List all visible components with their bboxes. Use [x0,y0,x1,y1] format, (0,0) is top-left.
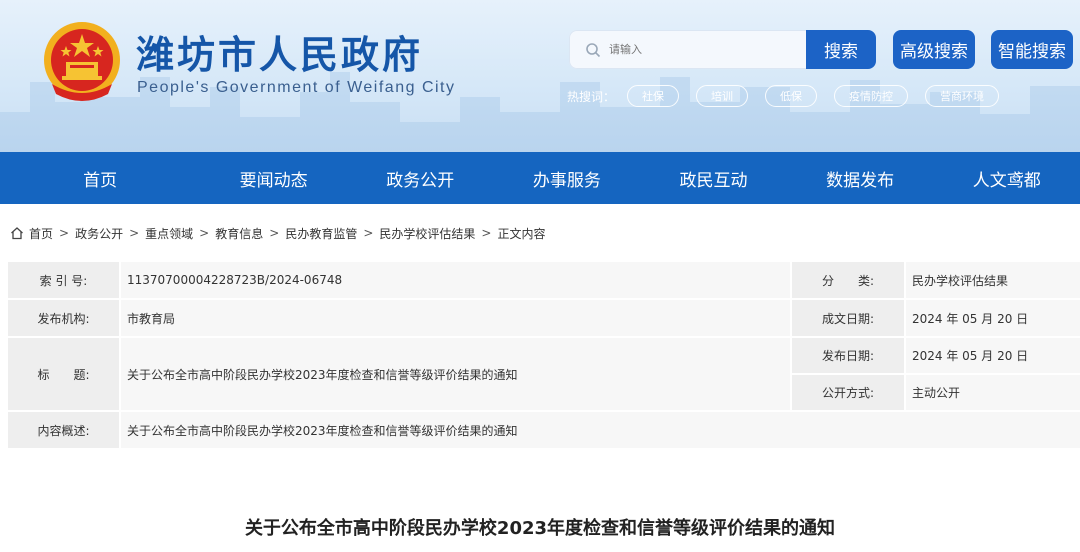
breadcrumb-item[interactable]: 教育信息 [215,225,263,242]
published-date-value: 2024 年 05 月 20 日 [906,338,1080,373]
category-label: 分 类: [792,262,904,298]
nav-item-home[interactable]: 首页 [0,152,200,204]
breadcrumb-separator: > [363,226,374,240]
breadcrumb-item[interactable]: 政务公开 [75,225,123,242]
breadcrumb-item[interactable]: 民办学校评估结果 [379,225,475,242]
breadcrumb-item[interactable]: 民办教育监管 [285,225,357,242]
created-date-label: 成文日期: [792,300,904,336]
nav-item-news[interactable]: 要闻动态 [200,152,347,204]
hot-search-words: 热搜词： 社保 培训 低保 疫情防控 营商环境 [567,84,1016,108]
article-title: 关于公布全市高中阶段民办学校2023年度检查和信誉等级评价结果的通知 [244,518,836,539]
site-header: 潍坊市人民政府 People's Government of Weifang C… [0,0,1080,152]
hotword-tag[interactable]: 营商环境 [925,85,1000,107]
nav-item-services[interactable]: 办事服务 [494,152,641,204]
published-date-label: 发布日期: [792,338,904,373]
site-title[interactable]: 潍坊市人民政府 [136,24,423,79]
search-button[interactable]: 搜索 [806,30,876,69]
hotword-tag[interactable]: 低保 [765,85,818,107]
summary-label: 内容概述: [8,412,119,448]
breadcrumb-separator: > [59,226,70,240]
title-value: 关于公布全市高中阶段民办学校2023年度检查和信誉等级评价结果的通知 [121,338,790,410]
publisher-label: 发布机构: [8,300,119,336]
national-emblem-icon [44,22,120,101]
breadcrumb-separator: > [269,226,280,240]
nav-item-interaction[interactable]: 政民互动 [640,152,787,204]
created-date-value: 2024 年 05 月 20 日 [906,300,1080,336]
breadcrumb-separator: > [481,226,492,240]
index-value: 11370700004228723B/2024-06748 [121,262,790,298]
smart-search-button[interactable]: 智能搜索 [991,30,1073,69]
nav-item-gov-affairs[interactable]: 政务公开 [347,152,494,204]
nav-item-culture[interactable]: 人文鸢都 [933,152,1080,204]
main-nav: 首页 要闻动态 政务公开 办事服务 政民互动 数据发布 人文鸢都 [0,152,1080,204]
hotword-tag[interactable]: 培训 [696,85,749,107]
publisher-value: 市教育局 [121,300,790,336]
advanced-search-button[interactable]: 高级搜索 [893,30,975,69]
search-input[interactable] [609,43,789,56]
breadcrumb-item[interactable]: 重点领域 [145,225,193,242]
hotword-tag[interactable]: 社保 [627,85,680,107]
disclosure-value: 主动公开 [906,375,1080,410]
hotword-tag[interactable]: 疫情防控 [834,85,909,107]
disclosure-label: 公开方式: [792,375,904,410]
summary-value: 关于公布全市高中阶段民办学校2023年度检查和信誉等级评价结果的通知 [121,412,1080,448]
hotwords-label: 热搜词： [567,89,616,104]
search-icon [586,42,601,57]
breadcrumb-separator: > [199,226,210,240]
category-value: 民办学校评估结果 [906,262,1080,298]
breadcrumb-current: 正文内容 [497,226,546,241]
nav-item-data[interactable]: 数据发布 [787,152,934,204]
breadcrumb-separator: > [129,226,140,240]
index-label: 索 引 号: [8,262,119,298]
breadcrumb-item[interactable]: 首页 [29,225,53,242]
title-label: 标 题: [8,338,119,410]
home-icon [11,227,23,240]
site-subtitle: People's Government of Weifang City [137,79,456,96]
search-box[interactable] [569,30,807,69]
breadcrumb: 首页 > 政务公开 > 重点领域 > 教育信息 > 民办教育监管 > 民办学校评… [10,224,545,242]
